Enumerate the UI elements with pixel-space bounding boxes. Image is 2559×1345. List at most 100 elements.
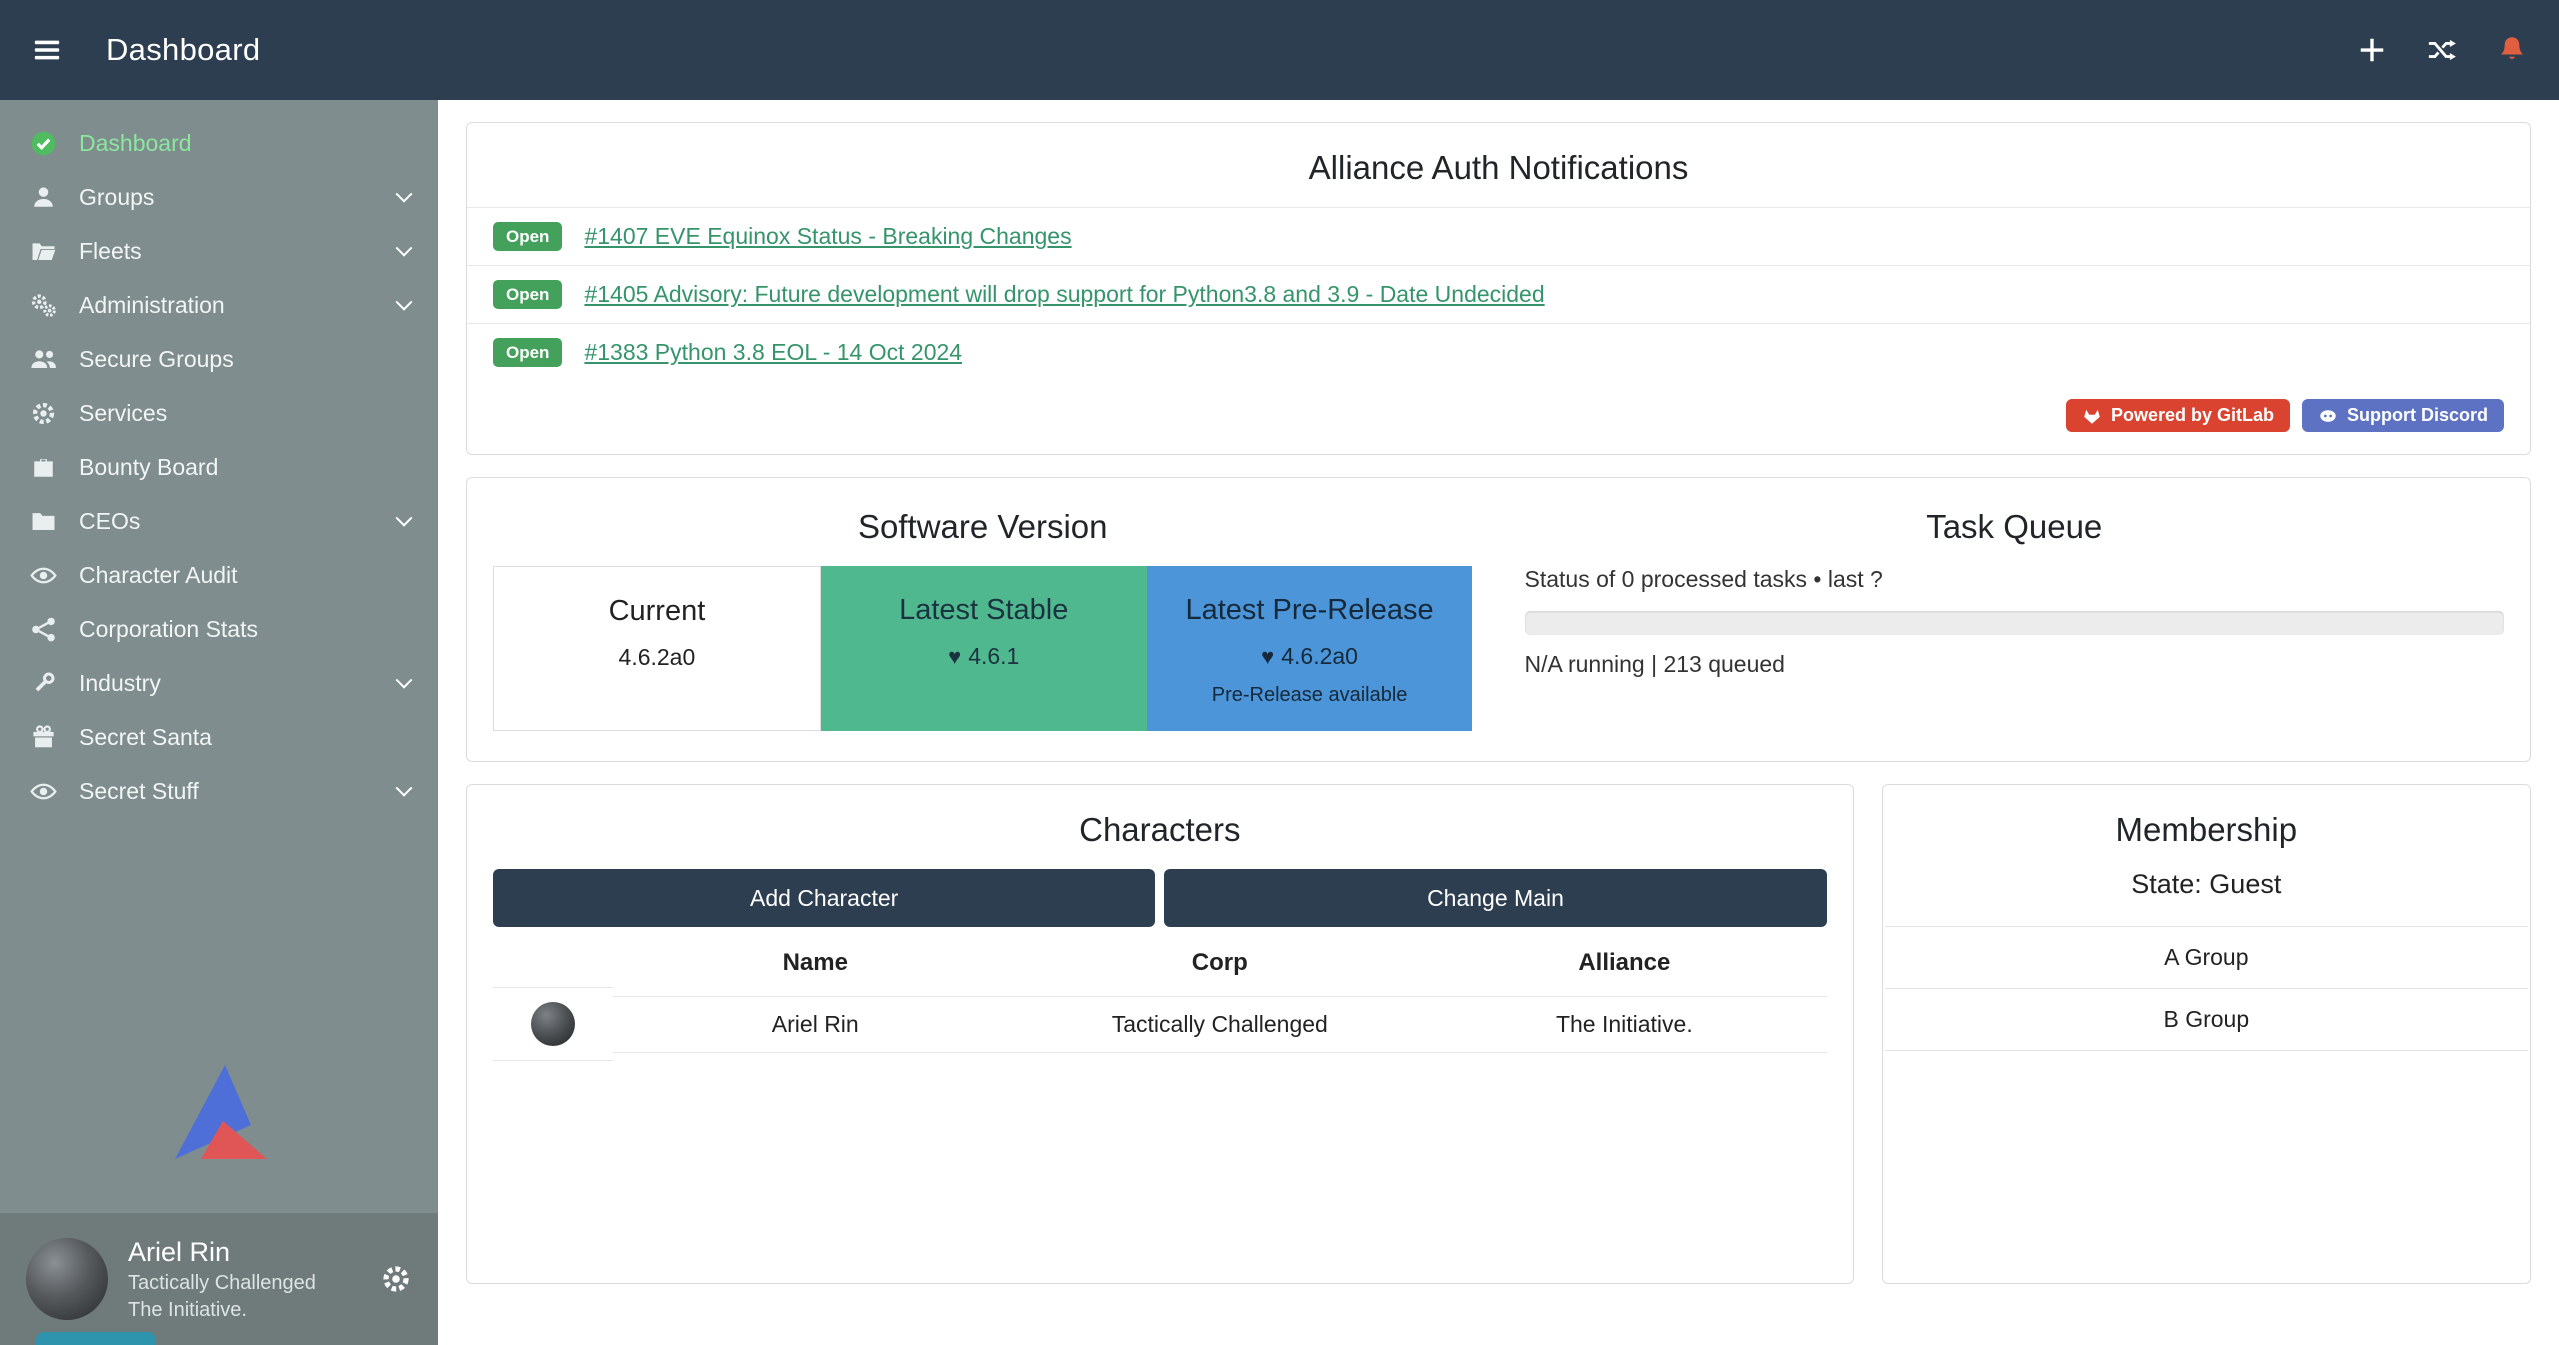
- sidebar-item-corporation-stats[interactable]: Corporation Stats: [0, 602, 438, 656]
- sidebar-bottom-accent: [36, 1332, 156, 1345]
- list-item-group-a: A Group: [1885, 926, 2528, 988]
- chevron-down-icon: [396, 240, 413, 257]
- version-number: 4.6.2a0: [1281, 643, 1358, 669]
- alliance-logo: [161, 1063, 277, 1165]
- bell-icon[interactable]: [2497, 35, 2527, 65]
- gear-icon: [30, 400, 57, 427]
- table-header-name: Name: [613, 935, 1018, 987]
- sidebar-nav: Dashboard Groups Fleets Administration: [0, 100, 438, 818]
- notification-link[interactable]: #1405 Advisory: Future development will …: [584, 281, 1544, 308]
- avatar: [26, 1238, 108, 1320]
- sidebar-item-label: Groups: [79, 184, 376, 211]
- notification-link[interactable]: #1383 Python 3.8 EOL - 14 Oct 2024: [584, 339, 962, 366]
- notification-row: Open #1405 Advisory: Future development …: [467, 265, 2530, 323]
- gitlab-badge[interactable]: Powered by GitLab: [2066, 399, 2290, 432]
- heart-icon: ♥: [1261, 644, 1274, 669]
- gear-icon[interactable]: [380, 1263, 412, 1295]
- table-header-spacer: [493, 949, 613, 973]
- sidebar-item-fleets[interactable]: Fleets: [0, 224, 438, 278]
- sidebar-item-administration[interactable]: Administration: [0, 278, 438, 332]
- task-queue-title: Task Queue: [1525, 508, 2505, 546]
- sidebar-user-panel: Ariel Rin Tactically Challenged The Init…: [0, 1213, 438, 1345]
- sidebar-item-label: Bounty Board: [79, 454, 410, 481]
- page-title: Dashboard: [106, 32, 260, 68]
- characters-table: Name Corp Alliance Ariel Rin Tactically …: [493, 935, 1827, 1061]
- sidebar-item-label: Services: [79, 400, 410, 427]
- sidebar-item-label: Secret Stuff: [79, 778, 376, 805]
- check-circle-icon: [30, 130, 57, 157]
- sidebar: Dashboard Groups Fleets Administration: [0, 100, 438, 1345]
- main-content: Alliance Auth Notifications Open #1407 E…: [438, 100, 2559, 1345]
- sidebar-item-groups[interactable]: Groups: [0, 170, 438, 224]
- sidebar-item-secure-groups[interactable]: Secure Groups: [0, 332, 438, 386]
- sidebar-item-services[interactable]: Services: [0, 386, 438, 440]
- version-label: Current: [504, 595, 810, 628]
- heart-icon: ♥: [948, 644, 961, 669]
- notifications-card: Alliance Auth Notifications Open #1407 E…: [466, 122, 2531, 455]
- membership-title: Membership: [1883, 811, 2530, 849]
- sidebar-item-ceos[interactable]: CEOs: [0, 494, 438, 548]
- characters-title: Characters: [493, 811, 1827, 849]
- sidebar-item-label: Secret Santa: [79, 724, 410, 751]
- user-alliance: The Initiative.: [128, 1299, 316, 1322]
- version-panel-current: Current 4.6.2a0: [493, 566, 821, 731]
- version-label: Latest Pre-Release: [1157, 594, 1463, 627]
- notification-link[interactable]: #1407 EVE Equinox Status - Breaking Chan…: [584, 223, 1071, 250]
- characters-card: Characters Add Character Change Main Nam…: [466, 784, 1854, 1284]
- table-row-avatar-cell: [493, 987, 613, 1061]
- notification-row: Open #1407 EVE Equinox Status - Breaking…: [467, 207, 2530, 265]
- shuffle-icon[interactable]: [2427, 35, 2457, 65]
- table-row-name: Ariel Rin: [613, 996, 1018, 1053]
- software-version-title: Software Version: [493, 508, 1473, 546]
- sidebar-item-label: Fleets: [79, 238, 376, 265]
- top-navbar: Dashboard: [0, 0, 2559, 100]
- sidebar-item-bounty-board[interactable]: Bounty Board: [0, 440, 438, 494]
- gift-icon: [30, 724, 57, 751]
- sidebar-item-secret-stuff[interactable]: Secret Stuff: [0, 764, 438, 818]
- task-queue-status: Status of 0 processed tasks • last ?: [1525, 566, 2505, 593]
- chevron-down-icon: [396, 510, 413, 527]
- navbar-actions: [2357, 35, 2527, 65]
- users-icon: [30, 346, 57, 373]
- sidebar-item-secret-santa[interactable]: Secret Santa: [0, 710, 438, 764]
- folder-open-icon: [30, 238, 57, 265]
- status-badge: Open: [493, 280, 562, 309]
- sidebar-item-label: Character Audit: [79, 562, 410, 589]
- add-character-button[interactable]: Add Character: [493, 869, 1155, 927]
- notification-row: Open #1383 Python 3.8 EOL - 14 Oct 2024: [467, 323, 2530, 381]
- table-row-corp: Tactically Challenged: [1018, 996, 1423, 1053]
- prerelease-note: Pre-Release available: [1157, 684, 1463, 707]
- chevron-down-icon: [396, 672, 413, 689]
- user-name: Ariel Rin: [128, 1237, 316, 1268]
- notifications-title: Alliance Auth Notifications: [467, 149, 2530, 187]
- sidebar-item-character-audit[interactable]: Character Audit: [0, 548, 438, 602]
- plus-icon[interactable]: [2357, 35, 2387, 65]
- sidebar-item-label: Administration: [79, 292, 376, 319]
- status-badge: Open: [493, 222, 562, 251]
- table-header-alliance: Alliance: [1422, 935, 1827, 987]
- table-header-corp: Corp: [1018, 935, 1423, 987]
- discord-badge-label: Support Discord: [2347, 405, 2488, 426]
- gears-icon: [30, 292, 57, 319]
- membership-state: State: Guest: [1883, 869, 2530, 900]
- sidebar-item-industry[interactable]: Industry: [0, 656, 438, 710]
- status-badge: Open: [493, 338, 562, 367]
- sidebar-item-label: Secure Groups: [79, 346, 410, 373]
- version-number: 4.6.1: [968, 643, 1019, 669]
- wrench-icon: [30, 670, 57, 697]
- discord-icon: [2318, 406, 2338, 426]
- app-root: Dashboard Dashboard Groups: [0, 0, 2559, 1345]
- status-card: Software Version Current 4.6.2a0 Latest …: [466, 477, 2531, 762]
- sidebar-item-label: CEOs: [79, 508, 376, 535]
- discord-badge[interactable]: Support Discord: [2302, 399, 2504, 432]
- software-version-section: Software Version Current 4.6.2a0 Latest …: [467, 478, 1499, 761]
- menu-icon[interactable]: [32, 31, 76, 69]
- eye-icon: [30, 562, 57, 589]
- user-corp: Tactically Challenged: [128, 1272, 316, 1295]
- chevron-down-icon: [396, 294, 413, 311]
- sidebar-item-dashboard[interactable]: Dashboard: [0, 116, 438, 170]
- folder-icon: [30, 508, 57, 535]
- change-main-button[interactable]: Change Main: [1164, 869, 1826, 927]
- user-icon: [30, 184, 57, 211]
- share-icon: [30, 616, 57, 643]
